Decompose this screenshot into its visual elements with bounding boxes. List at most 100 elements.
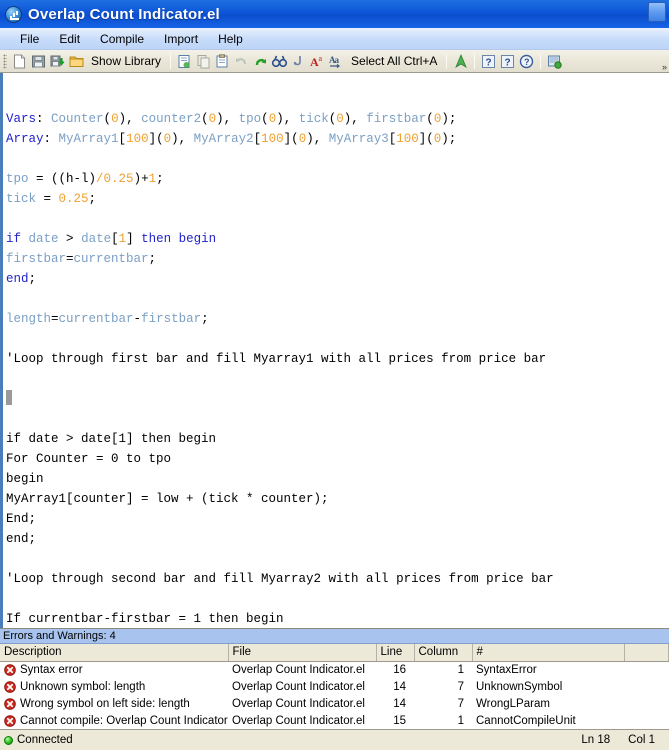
code-line: firstbar=currentbar; <box>6 249 669 269</box>
redo-icon[interactable] <box>252 53 269 70</box>
save-all-icon[interactable] <box>49 53 66 70</box>
paste-icon[interactable] <box>214 53 231 70</box>
code-token: date <box>81 232 112 246</box>
code-token: Vars <box>6 112 37 126</box>
code-token: tpo <box>238 112 262 126</box>
code-token: ; <box>28 272 37 286</box>
code-content[interactable]: Vars: Counter(0), counter2(0), tpo(0), t… <box>3 73 669 628</box>
error-column-cell: 7 <box>457 697 464 710</box>
save-icon[interactable] <box>30 53 47 70</box>
code-token: MyArray1 <box>58 132 119 146</box>
column-header-description[interactable]: Description <box>0 644 229 662</box>
code-line: length=currentbar-firstbar; <box>6 309 669 329</box>
menu-item-help[interactable]: Help <box>208 30 253 48</box>
error-code-cell: CannotCompileUnit <box>476 714 576 727</box>
code-token: ); <box>441 112 457 126</box>
show-library-button[interactable]: Show Library <box>86 54 166 68</box>
toolbar-overflow-button[interactable]: » <box>662 63 667 72</box>
font-icon[interactable]: A a <box>309 53 326 70</box>
code-token: Array <box>6 132 44 146</box>
error-line-cell: 14 <box>393 697 406 710</box>
comment-icon[interactable]: A a <box>328 53 345 70</box>
error-column-cell: 1 <box>457 663 464 676</box>
menu-item-import[interactable]: Import <box>154 30 208 48</box>
code-line: tick = 0.25; <box>6 189 669 209</box>
table-row[interactable]: Unknown symbol: length Overlap Count Indi… <box>0 678 669 695</box>
menu-item-compile[interactable]: Compile <box>90 30 154 48</box>
code-token: tick <box>6 192 37 206</box>
code-token: ( <box>426 112 434 126</box>
properties-icon[interactable] <box>546 53 563 70</box>
column-header-file[interactable]: File <box>228 644 377 662</box>
column-header-code[interactable]: # <box>472 644 625 662</box>
code-token: Counter <box>51 112 104 126</box>
error-description-text: Syntax error <box>20 663 83 676</box>
new-file-icon[interactable] <box>11 53 28 70</box>
application-window: Overlap Count Indicator.el File Edit Com… <box>0 0 669 750</box>
error-icon <box>4 680 16 693</box>
code-token: ]( <box>418 132 434 146</box>
error-code-cell: WrongLParam <box>476 697 550 710</box>
copy-icon[interactable] <box>195 53 212 70</box>
undo-icon[interactable] <box>233 53 250 70</box>
help-2-icon[interactable]: ? <box>499 53 516 70</box>
replace-icon[interactable] <box>290 53 307 70</box>
open-folder-icon[interactable] <box>68 53 85 70</box>
code-token: ( <box>103 112 112 126</box>
error-file-cell: Overlap Count Indicator.el <box>232 680 365 693</box>
cursor-position: Ln 18 Col 1 <box>581 734 663 746</box>
menu-item-file[interactable]: File <box>10 30 49 48</box>
svg-text:?: ? <box>505 57 511 68</box>
code-line: For Counter = 0 to tpo <box>6 449 669 469</box>
code-token: > <box>58 232 82 246</box>
error-icon <box>4 663 16 676</box>
error-description-cell: Unknown symbol: length <box>0 678 228 695</box>
code-token: ; <box>88 192 97 206</box>
cut-icon[interactable] <box>176 53 193 70</box>
code-token: ), <box>343 112 367 126</box>
code-editor[interactable]: Vars: Counter(0), counter2(0), tpo(0), t… <box>0 73 669 628</box>
code-token: ), <box>171 132 194 146</box>
code-token: 100 <box>261 132 284 146</box>
table-row[interactable]: Wrong symbol on left side: length Overlap… <box>0 695 669 712</box>
help-1-icon[interactable]: ? <box>480 53 497 70</box>
about-icon[interactable]: ? <box>518 53 535 70</box>
select-all-button[interactable]: Select All Ctrl+A <box>346 54 442 68</box>
error-spacer-cell <box>624 695 669 712</box>
code-token: 0.25 <box>103 172 134 186</box>
table-row[interactable]: Syntax error Overlap Count Indicator.el 16… <box>0 661 669 678</box>
code-token: if date > date[1] then begin <box>6 432 217 446</box>
table-row[interactable]: Cannot compile: Overlap Count Indicator O… <box>0 712 669 729</box>
window-button[interactable] <box>648 2 666 22</box>
run-icon[interactable] <box>452 53 469 70</box>
code-token: 100 <box>396 132 419 146</box>
error-file-cell: Overlap Count Indicator.el <box>232 663 365 676</box>
code-token: begin <box>6 472 44 486</box>
code-token: 1 <box>148 172 157 186</box>
code-token: 0 <box>163 132 172 146</box>
window-controls <box>648 2 666 22</box>
error-description-cell: Wrong symbol on left side: length <box>0 695 228 712</box>
connection-status-label: Connected <box>17 734 73 746</box>
code-token: ( <box>261 112 269 126</box>
error-column-cell: 7 <box>457 680 464 693</box>
code-token: ] <box>126 232 142 246</box>
column-header-column[interactable]: Column <box>414 644 473 662</box>
window-title: Overlap Count Indicator.el <box>28 5 220 23</box>
code-token: For Counter = 0 to tpo <box>6 452 172 466</box>
code-token: ), <box>216 112 239 126</box>
error-line-cell: 16 <box>393 663 406 676</box>
code-token: : <box>43 132 59 146</box>
error-line-cell: 14 <box>393 680 406 693</box>
svg-text:?: ? <box>486 57 492 68</box>
column-header-line[interactable]: Line <box>376 644 415 662</box>
errors-table-header-row: Description File Line Column # <box>0 644 669 662</box>
code-token: ]( <box>148 132 164 146</box>
menu-item-edit[interactable]: Edit <box>49 30 90 48</box>
toolbar-grip[interactable] <box>3 53 7 69</box>
find-icon[interactable] <box>271 53 288 70</box>
